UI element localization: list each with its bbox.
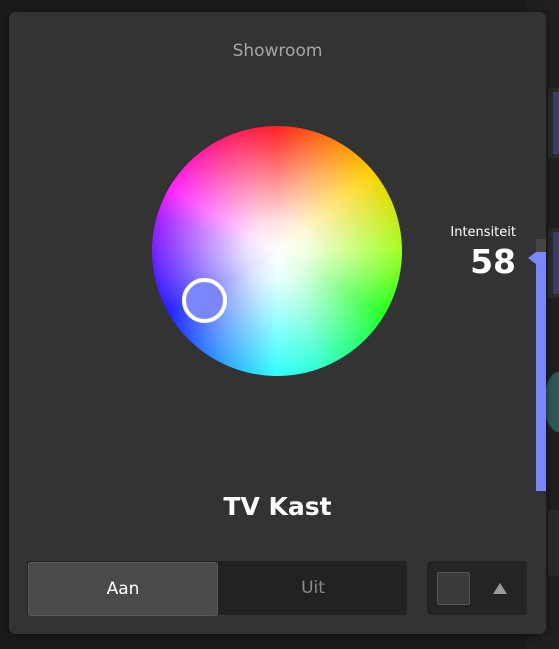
intensity-value: 58 (470, 242, 516, 281)
expand-button[interactable] (485, 574, 515, 602)
color-picker-handle[interactable] (182, 278, 227, 323)
triangle-up-icon (493, 582, 507, 594)
intensity-slider[interactable] (528, 239, 546, 491)
background-tile-accent (553, 232, 559, 294)
power-toggle: Aan Uit (27, 561, 407, 616)
intensity-slider-handle[interactable] (528, 252, 536, 264)
color-swatch[interactable] (437, 572, 470, 605)
light-control-dialog: Showroom Intensiteit 58 TV Kast Aan Uit (9, 12, 546, 634)
intensity-slider-fill (536, 252, 546, 491)
room-title: Showroom (232, 41, 323, 61)
extra-controls (427, 561, 527, 615)
intensity-label: Intensiteit (450, 225, 516, 240)
background-tile-accent (553, 92, 559, 154)
color-wheel[interactable] (152, 126, 402, 376)
on-button[interactable]: Aan (28, 562, 218, 616)
background-tile (548, 510, 559, 576)
off-button[interactable]: Uit (219, 561, 407, 615)
device-name: TV Kast (223, 492, 332, 521)
